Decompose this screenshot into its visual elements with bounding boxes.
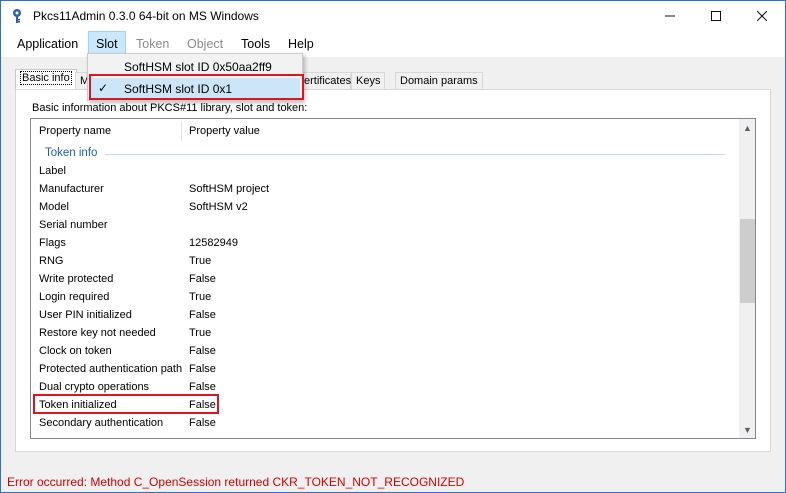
tab-basic-info[interactable]: Basic info bbox=[15, 69, 77, 90]
property-name: User PIN initialized bbox=[39, 309, 132, 321]
property-name: Manufacturer bbox=[39, 183, 104, 195]
close-icon bbox=[757, 11, 767, 21]
error-status-message: Error occurred: Method C_OpenSession ret… bbox=[7, 475, 465, 489]
tab-domain-params[interactable]: Domain params bbox=[395, 72, 483, 90]
menu-item-label: SoftHSM slot ID 0x50aa2ff9 bbox=[124, 60, 272, 74]
list-item[interactable]: Flags 12582949 bbox=[31, 235, 739, 253]
chevron-up-icon: ▲ bbox=[743, 122, 752, 133]
basic-info-panel: Basic information about PKCS#11 library,… bbox=[15, 89, 771, 452]
token-initialized-highlight bbox=[33, 394, 219, 414]
group-label: Token info bbox=[45, 147, 104, 159]
panel-caption: Basic information about PKCS#11 library,… bbox=[32, 102, 308, 114]
property-name: Serial number bbox=[39, 219, 108, 231]
property-value: SoftHSM project bbox=[189, 183, 270, 195]
properties-list[interactable]: Property name Property value Token info … bbox=[30, 118, 756, 439]
property-value: False bbox=[189, 273, 216, 285]
property-name: Clock on token bbox=[39, 345, 112, 357]
minimize-icon bbox=[665, 15, 675, 17]
column-separator[interactable] bbox=[181, 121, 182, 141]
property-name: Secondary authentication bbox=[39, 417, 164, 429]
property-value: False bbox=[189, 345, 216, 357]
group-token-info: Token info bbox=[31, 145, 739, 163]
close-button[interactable] bbox=[739, 1, 785, 31]
property-value: SoftHSM v2 bbox=[189, 201, 248, 213]
list-header: Property name Property value bbox=[31, 119, 739, 143]
property-name: Write protected bbox=[39, 273, 114, 285]
property-value: False bbox=[189, 417, 216, 429]
property-value: True bbox=[189, 291, 212, 303]
list-item[interactable]: Label bbox=[31, 163, 739, 181]
property-value: True bbox=[189, 327, 212, 339]
list-item[interactable]: RNG True bbox=[31, 253, 739, 271]
list-item[interactable]: Model SoftHSM v2 bbox=[31, 199, 739, 217]
vertical-scrollbar[interactable]: ▲ ▼ bbox=[739, 119, 755, 438]
list-item[interactable]: Restore key not needed True bbox=[31, 325, 739, 343]
status-bar: Error occurred: Method C_OpenSession ret… bbox=[1, 470, 785, 492]
column-property-value[interactable]: Property value bbox=[189, 125, 260, 137]
tab-keys[interactable]: Keys bbox=[351, 72, 386, 90]
list-item[interactable]: Login required True bbox=[31, 289, 739, 307]
scroll-thumb[interactable] bbox=[740, 219, 755, 303]
maximize-icon bbox=[711, 11, 721, 21]
property-value: False bbox=[189, 363, 216, 375]
tab-certificates[interactable]: ertificates bbox=[299, 72, 351, 90]
property-name: RNG bbox=[39, 255, 64, 267]
property-value: True bbox=[189, 255, 212, 267]
property-name: Label bbox=[39, 165, 66, 177]
list-item[interactable]: Secondary authentication False bbox=[31, 415, 739, 433]
property-name: Login required bbox=[39, 291, 110, 303]
property-name: Model bbox=[39, 201, 69, 213]
list-item[interactable]: User PIN initialized False bbox=[31, 307, 739, 325]
menu-application[interactable]: Application bbox=[10, 31, 85, 57]
property-name: Flags bbox=[39, 237, 66, 249]
property-value: False bbox=[189, 381, 216, 393]
property-name: Protected authentication path bbox=[39, 363, 183, 375]
key-app-icon bbox=[13, 9, 21, 23]
group-divider bbox=[105, 154, 725, 155]
app-window: Pkcs11Admin 0.3.0 64-bit on MS Windows A… bbox=[0, 0, 786, 493]
list-item[interactable]: Protected authentication path False bbox=[31, 361, 739, 379]
scroll-down-button[interactable]: ▼ bbox=[739, 421, 755, 438]
list-item[interactable]: Serial number bbox=[31, 217, 739, 235]
list-item[interactable]: Manufacturer SoftHSM project bbox=[31, 181, 739, 199]
selected-slot-highlight bbox=[89, 74, 304, 100]
property-name: Restore key not needed bbox=[39, 327, 156, 339]
minimize-button[interactable] bbox=[647, 1, 693, 31]
maximize-button[interactable] bbox=[693, 1, 739, 31]
property-name: Dual crypto operations bbox=[39, 381, 150, 393]
list-item[interactable]: Write protected False bbox=[31, 271, 739, 289]
title-bar: Pkcs11Admin 0.3.0 64-bit on MS Windows bbox=[1, 1, 785, 31]
window-title: Pkcs11Admin 0.3.0 64-bit on MS Windows bbox=[33, 9, 259, 23]
scroll-up-button[interactable]: ▲ bbox=[739, 119, 755, 136]
column-property-name[interactable]: Property name bbox=[39, 125, 111, 137]
property-value: 12582949 bbox=[189, 237, 238, 249]
chevron-down-icon: ▼ bbox=[743, 424, 752, 435]
property-value: False bbox=[189, 309, 216, 321]
list-item[interactable]: Clock on token False bbox=[31, 343, 739, 361]
